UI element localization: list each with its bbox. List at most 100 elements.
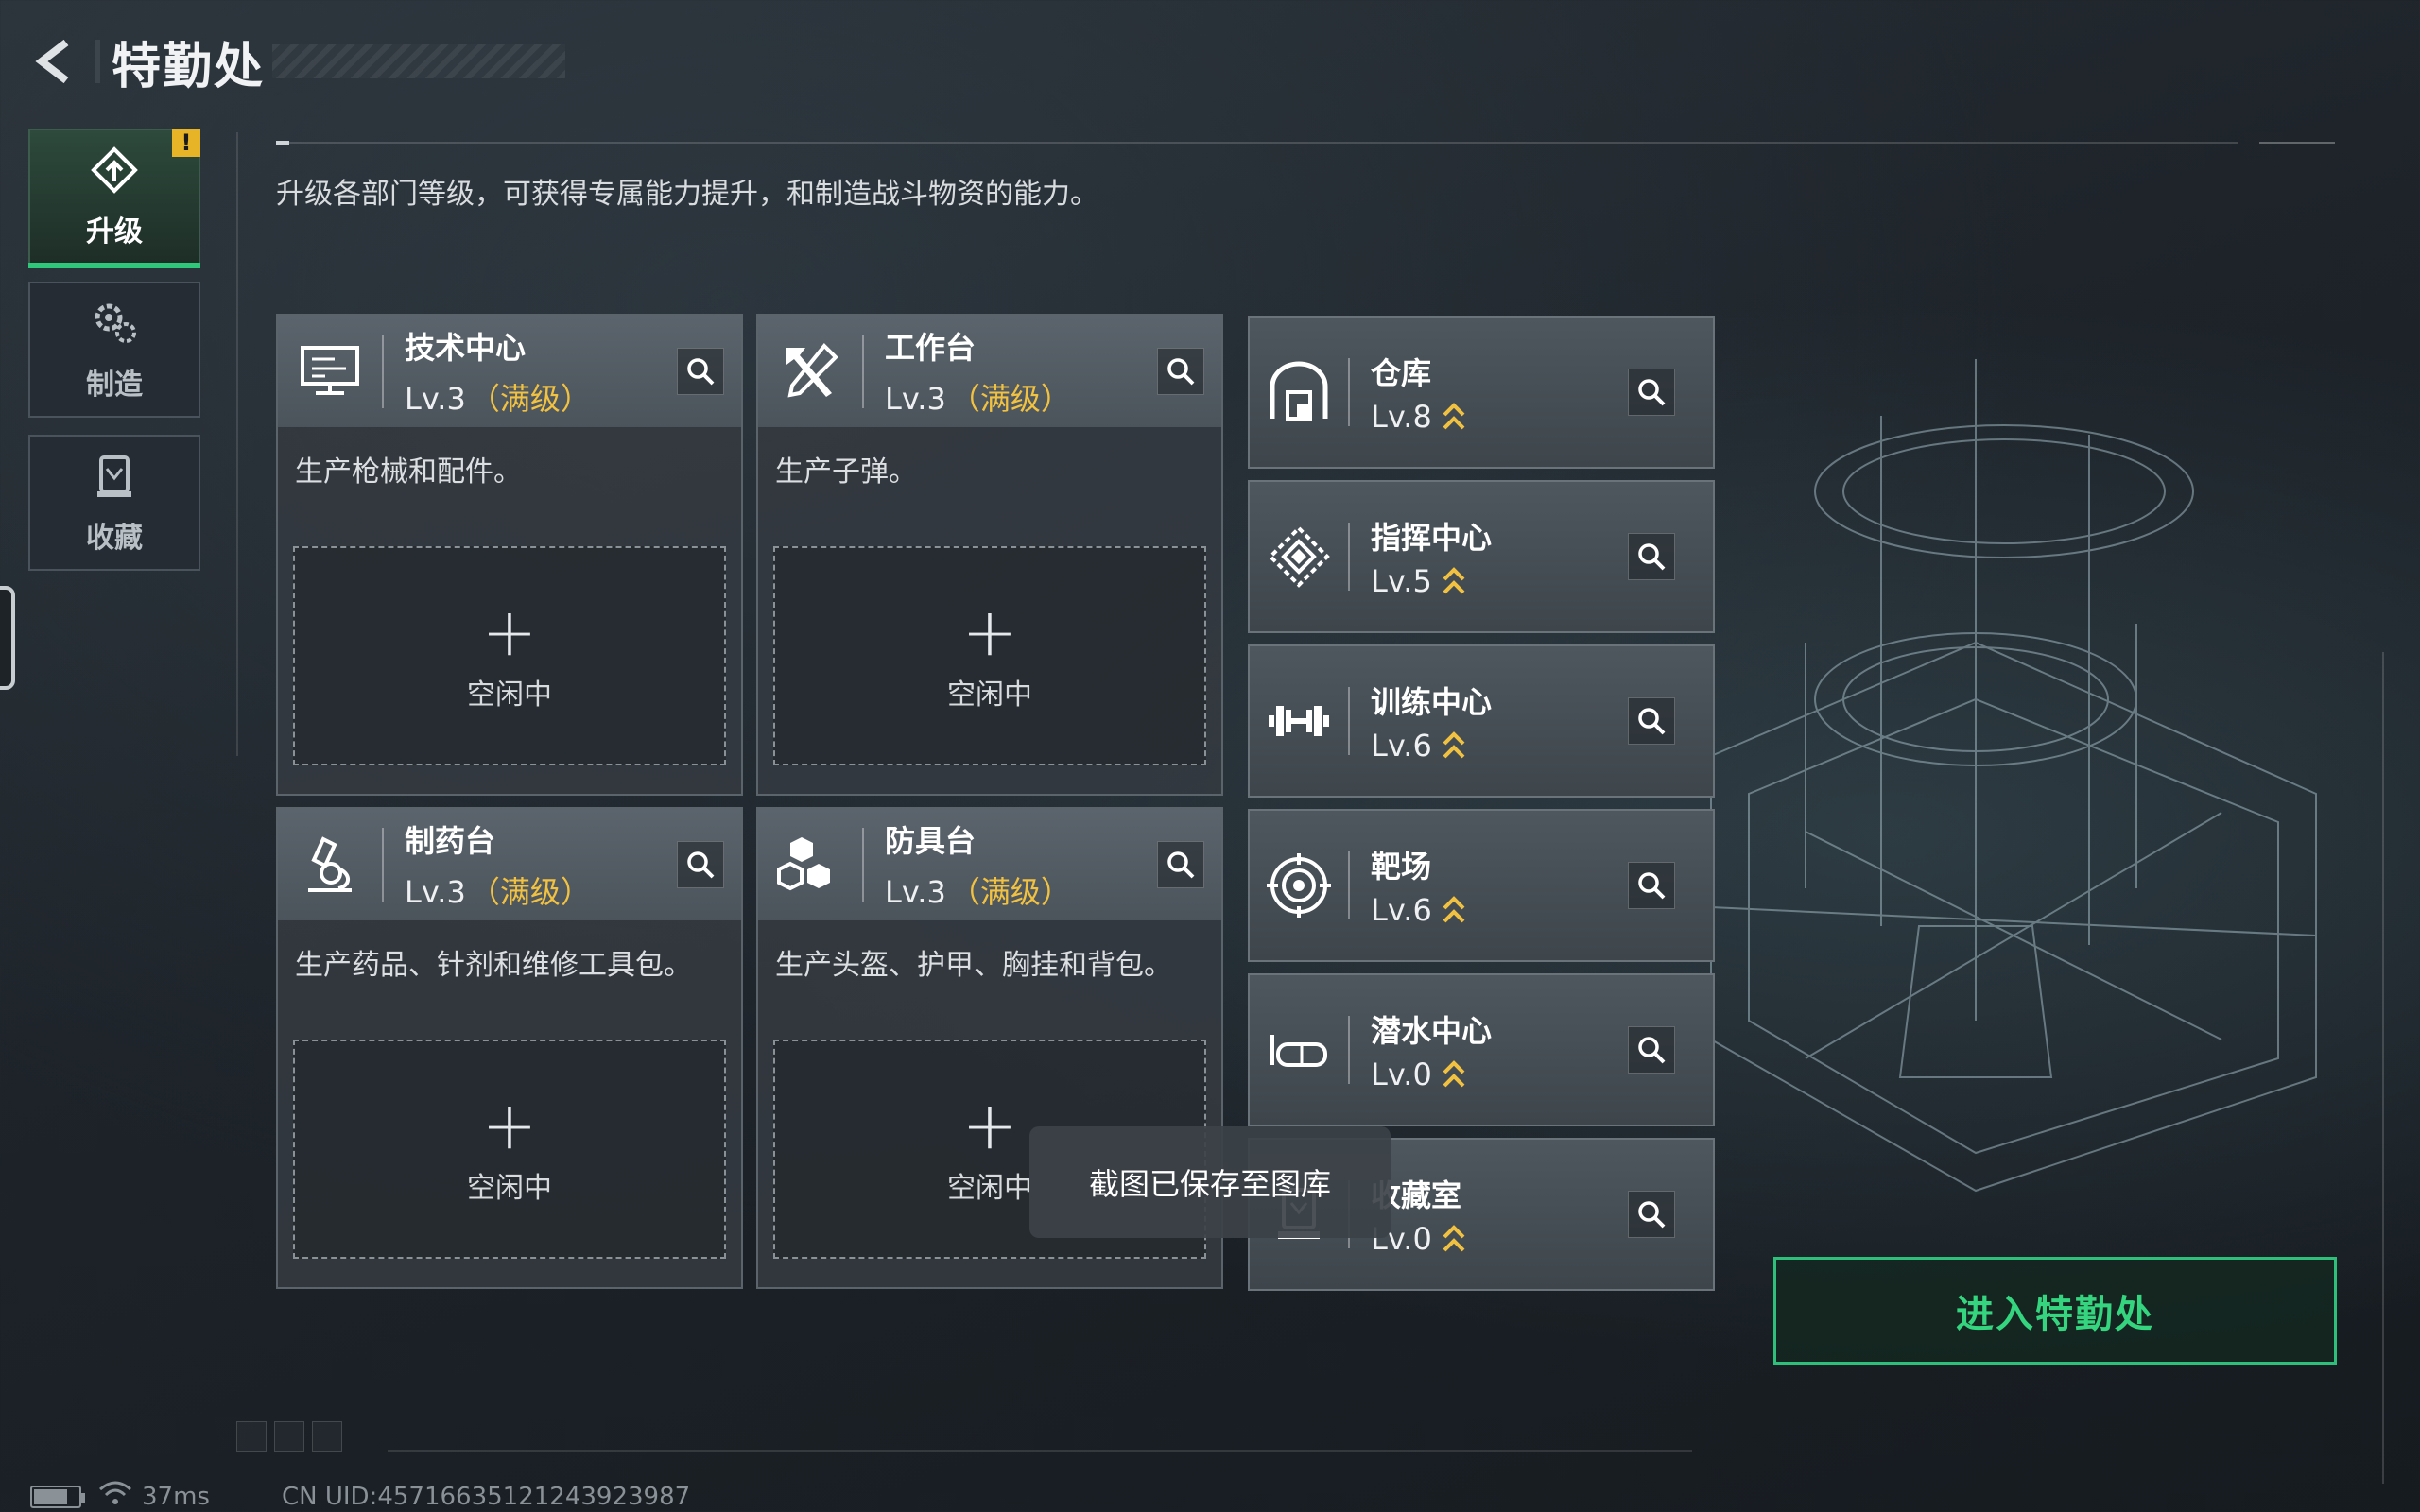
dept-divider xyxy=(1348,687,1350,755)
microscope-icon xyxy=(278,809,382,920)
card-header: 制药台 Lv.3 （满级） xyxy=(278,809,741,920)
tab-upgrade-label: 升级 xyxy=(86,215,143,249)
wifi-icon xyxy=(98,1480,132,1512)
dept-text: 仓库 Lv.8 xyxy=(1371,350,1466,435)
facility-name: 制药台 xyxy=(405,823,496,859)
upgrade-available-icon xyxy=(1442,564,1466,598)
plus-icon: + xyxy=(961,1087,1018,1164)
status-bar: 37ms CN UID:45716635121243923987 xyxy=(30,1480,690,1512)
user-uid: CN UID:45716635121243923987 xyxy=(281,1482,691,1511)
tab-collection-label: 收藏 xyxy=(86,522,143,555)
facility-name: 技术中心 xyxy=(405,330,527,366)
card-text: 技术中心 Lv.3 （满级） xyxy=(405,324,591,419)
tools-icon xyxy=(758,316,862,427)
gears-icon xyxy=(88,297,141,353)
right-rule xyxy=(2382,652,2384,1484)
card-header: 工作台 Lv.3 （满级） xyxy=(758,316,1221,427)
facility-card-workbench[interactable]: 工作台 Lv.3 （满级） 生产子弹。 + 空闲中 xyxy=(756,314,1223,796)
title-wrap: 特勤处 xyxy=(95,26,566,97)
card-divider xyxy=(862,828,864,902)
level-value: Lv.6 xyxy=(1371,728,1432,764)
card-text: 工作台 Lv.3 （满级） xyxy=(885,324,1071,419)
dept-text: 靶场 Lv.6 xyxy=(1371,843,1466,928)
facility-level: Lv.3 （满级） xyxy=(885,868,1071,912)
top-rule xyxy=(276,141,2238,145)
department-shooting-range[interactable]: 靶场 Lv.6 xyxy=(1248,809,1715,962)
side-drawer-handle[interactable] xyxy=(0,586,15,690)
facility-description: 生产子弹。 xyxy=(775,455,917,489)
department-name: 仓库 xyxy=(1371,355,1432,391)
dept-divider xyxy=(1348,851,1350,919)
facility-level: Lv.3 （满级） xyxy=(885,375,1071,419)
max-level-label: （满级） xyxy=(469,381,591,417)
search-icon xyxy=(1638,1201,1666,1228)
max-level-label: （满级） xyxy=(949,874,1071,910)
inspect-button[interactable] xyxy=(677,841,724,888)
inspect-button[interactable] xyxy=(677,348,724,395)
card-header: 技术中心 Lv.3 （满级） xyxy=(278,316,741,427)
tab-craft[interactable]: 制造 xyxy=(28,282,200,418)
back-button[interactable] xyxy=(26,33,83,90)
level-value: Lv.3 xyxy=(885,381,946,417)
inspect-button[interactable] xyxy=(1157,841,1204,888)
search-icon xyxy=(687,358,715,386)
level-value: Lv.3 xyxy=(405,381,466,417)
production-slot[interactable]: + 空闲中 xyxy=(293,1040,726,1259)
tab-upgrade[interactable]: ! 升级 xyxy=(28,129,200,268)
upgrade-available-icon xyxy=(1442,400,1466,434)
department-training-center[interactable]: 训练中心 Lv.6 xyxy=(1248,644,1715,798)
back-arrow-icon xyxy=(35,39,69,84)
card-text: 制药台 Lv.3 （满级） xyxy=(405,817,591,912)
facility-description: 生产药品、针剂和维修工具包。 xyxy=(295,949,692,982)
tab-collection[interactable]: 收藏 xyxy=(28,435,200,571)
level-value: Lv.3 xyxy=(405,874,466,910)
level-value: Lv.8 xyxy=(1371,399,1432,435)
level-value: Lv.3 xyxy=(885,874,946,910)
enter-special-ops-button[interactable]: 进入特勤处 xyxy=(1773,1257,2337,1365)
department-command-center[interactable]: 指挥中心 Lv.5 xyxy=(1248,480,1715,633)
department-level: Lv.6 xyxy=(1371,892,1466,928)
inspect-button[interactable] xyxy=(1157,348,1204,395)
card-text: 防具台 Lv.3 （满级） xyxy=(885,817,1071,912)
slot-status: 空闲中 xyxy=(947,1172,1032,1205)
facility-description: 生产枪械和配件。 xyxy=(295,455,522,489)
card-divider xyxy=(862,335,864,408)
plus-icon: + xyxy=(481,1087,538,1164)
department-warehouse[interactable]: 仓库 Lv.8 xyxy=(1248,316,1715,469)
search-icon xyxy=(1638,1037,1666,1064)
inspect-button[interactable] xyxy=(1628,533,1675,580)
inspect-button[interactable] xyxy=(1628,697,1675,745)
level-value: Lv.5 xyxy=(1371,563,1432,599)
top-rule-end xyxy=(2259,142,2335,144)
search-icon xyxy=(1638,872,1666,900)
search-icon xyxy=(1167,851,1195,879)
card-header: 防具台 Lv.3 （满级） xyxy=(758,809,1221,920)
facility-card-pharmacy[interactable]: 制药台 Lv.3 （满级） 生产药品、针剂和维修工具包。 + 空闲中 xyxy=(276,807,743,1289)
upgrade-available-icon xyxy=(1442,1222,1466,1256)
upgrade-icon xyxy=(88,144,141,200)
inspect-button[interactable] xyxy=(1628,862,1675,909)
department-diving-center[interactable]: 潜水中心 Lv.0 xyxy=(1248,973,1715,1126)
dept-divider xyxy=(1348,358,1350,426)
level-value: Lv.6 xyxy=(1371,892,1432,928)
facility-name: 防具台 xyxy=(885,823,977,859)
bottom-rule xyxy=(388,1450,1692,1452)
page-description: 升级各部门等级，可获得专属能力提升，和制造战斗物资的能力。 xyxy=(276,178,1098,211)
inspect-button[interactable] xyxy=(1628,1191,1675,1238)
dept-text: 训练中心 Lv.6 xyxy=(1371,679,1492,764)
search-icon xyxy=(687,851,715,879)
search-icon xyxy=(1638,708,1666,735)
facility-level: Lv.3 （满级） xyxy=(405,375,591,419)
facility-description: 生产头盔、护甲、胸挂和背包。 xyxy=(775,949,1172,982)
upgrade-available-icon xyxy=(1442,729,1466,763)
production-slot[interactable]: + 空闲中 xyxy=(293,546,726,765)
department-name: 潜水中心 xyxy=(1371,1013,1493,1049)
inspect-button[interactable] xyxy=(1628,1026,1675,1074)
facility-card-tech-center[interactable]: 技术中心 Lv.3 （满级） 生产枪械和配件。 + 空闲中 xyxy=(276,314,743,796)
search-icon xyxy=(1638,379,1666,406)
production-slot[interactable]: + 空闲中 xyxy=(773,546,1206,765)
inspect-button[interactable] xyxy=(1628,369,1675,416)
dept-divider xyxy=(1348,523,1350,591)
dumbbell-icon xyxy=(1250,646,1348,796)
command-icon xyxy=(1250,482,1348,631)
